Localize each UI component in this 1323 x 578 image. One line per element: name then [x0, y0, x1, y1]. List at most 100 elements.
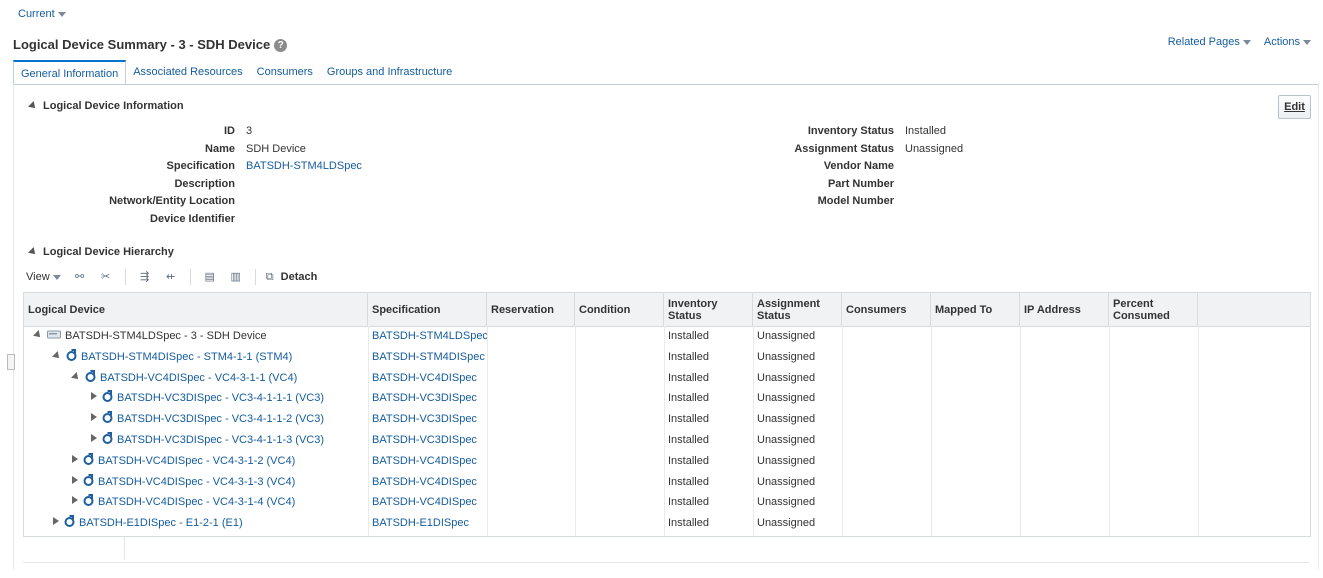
expand-icon[interactable]	[72, 475, 78, 484]
table-row[interactable]: BATSDH-VC3DISpec - VC3-4-1-1-2 (VC3) BATS…	[24, 409, 1198, 430]
assign-icon[interactable]: ⇶	[137, 270, 153, 284]
specification-link[interactable]: BATSDH-VC3DISpec	[368, 409, 487, 430]
logical-device-name[interactable]: BATSDH-STM4DISpec - STM4-1-1 (STM4)	[81, 351, 292, 363]
inventory-status-cell: Installed	[668, 392, 709, 405]
logical-device-name[interactable]: BATSDH-VC3DISpec - VC3-4-1-1-2 (VC3)	[117, 413, 324, 425]
view-menu[interactable]: View	[26, 271, 61, 283]
column-header[interactable]: Reservation	[487, 293, 575, 326]
expand-icon[interactable]	[91, 392, 97, 401]
column-header[interactable]: Logical Device	[24, 293, 368, 326]
section-header-logical-device-information[interactable]: Logical Device Information	[28, 100, 184, 112]
logical-device-name[interactable]: BATSDH-VC4DISpec - VC4-3-1-2 (VC4)	[98, 455, 295, 467]
column-divider	[1020, 326, 1021, 536]
inventory-status-cell: Installed	[668, 496, 709, 509]
column-header[interactable]: IP Address	[1020, 293, 1109, 326]
logical-device-name[interactable]: BATSDH-VC3DISpec - VC3-4-1-1-3 (VC3)	[117, 434, 324, 446]
splitter-handle[interactable]	[7, 354, 15, 370]
specification-link[interactable]: BATSDH-VC3DISpec	[368, 388, 487, 409]
field-label: Inventory Status	[807, 125, 894, 137]
table-row[interactable]: BATSDH-VC4DISpec - VC4-3-1-4 (VC4) BATSDH…	[24, 492, 1198, 513]
logical-device-name[interactable]: BATSDH-VC4DISpec - VC4-3-1-3 (VC4)	[98, 476, 295, 488]
column-divider	[368, 326, 369, 536]
field-value[interactable]: BATSDH-STM4LDSpec	[246, 160, 362, 172]
collapse-icon[interactable]	[33, 330, 43, 340]
section-title-text: Logical Device Information	[43, 100, 184, 112]
help-icon[interactable]: ?	[274, 39, 288, 52]
table-row[interactable]: BATSDH-STM4LDSpec - 3 - SDH Device BATSDH…	[24, 326, 1198, 347]
column-header[interactable]: Percent Consumed	[1109, 293, 1198, 326]
tab-groups-and-infrastructure[interactable]: Groups and Infrastructure	[320, 60, 459, 84]
specification-link[interactable]: BATSDH-E1DISpec	[368, 513, 487, 534]
edit-label: Edit	[1284, 101, 1305, 113]
specification-link[interactable]: BATSDH-STM4DISpec	[368, 347, 487, 368]
specification-link[interactable]: BATSDH-STM4LDSpec	[368, 326, 487, 347]
table-row[interactable]: BATSDH-VC4DISpec - VC4-3-1-3 (VC4) BATSDH…	[24, 472, 1198, 493]
add-device-icon[interactable]: ▤	[202, 270, 218, 284]
specification-link[interactable]: BATSDH-VC4DISpec	[368, 451, 487, 472]
detach-button[interactable]: ⧉ Detach	[262, 270, 318, 284]
edit-button[interactable]: Edit	[1278, 95, 1311, 119]
expand-icon[interactable]	[72, 454, 78, 463]
expand-icon[interactable]	[72, 496, 78, 505]
logical-device-cell: BATSDH-VC3DISpec - VC3-4-1-1-3 (VC3)	[24, 430, 368, 451]
chevron-down-icon	[57, 11, 66, 17]
disclosure-open-icon	[28, 101, 38, 111]
tab-consumers[interactable]: Consumers	[250, 60, 320, 84]
specification-link[interactable]: BATSDH-VC4DISpec	[368, 492, 487, 513]
field-label: Name	[205, 142, 235, 155]
column-divider	[575, 326, 576, 536]
expand-icon[interactable]	[91, 413, 97, 422]
table-row[interactable]: BATSDH-VC4DISpec - VC4-3-1-1 (VC4) BATSDH…	[24, 368, 1198, 389]
logical-device-cell: BATSDH-E1DISpec - E1-2-1 (E1)	[24, 513, 368, 534]
section-header-logical-device-hierarchy[interactable]: Logical Device Hierarchy	[28, 246, 174, 258]
logical-device-name: BATSDH-STM4LDSpec - 3 - SDH Device	[65, 330, 267, 342]
specification-link[interactable]: BATSDH-VC3DISpec	[368, 430, 487, 451]
field-label: Device Identifier	[150, 213, 235, 225]
column-header[interactable]: Consumers	[842, 293, 931, 326]
table-row[interactable]: BATSDH-VC3DISpec - VC3-4-1-1-1 (VC3) BATS…	[24, 388, 1198, 409]
column-header[interactable]: Condition	[575, 293, 664, 326]
hierarchy-toolbar: View ⚯ ✂ ⇶ ⇷ ▤ ▥ ⧉ Detach	[26, 268, 317, 286]
column-header[interactable]: Mapped To	[931, 293, 1020, 326]
logical-device-cell: BATSDH-VC3DISpec - VC3-4-1-1-1 (VC3)	[24, 388, 368, 409]
current-menu[interactable]: Current	[18, 8, 66, 20]
specification-link[interactable]: BATSDH-VC4DISpec	[368, 368, 487, 389]
table-row[interactable]: BATSDH-STM4DISpec - STM4-1-1 (STM4) BATSD…	[24, 347, 1198, 368]
unassign-icon[interactable]: ⇷	[163, 270, 179, 284]
tab-associated-resources[interactable]: Associated Resources	[126, 60, 249, 84]
related-pages-menu[interactable]: Related Pages	[1168, 36, 1251, 48]
interface-icon	[83, 493, 94, 507]
logical-device-cell: BATSDH-VC4DISpec - VC4-3-1-4 (VC4)	[24, 492, 368, 513]
remove-device-icon[interactable]: ▥	[228, 270, 244, 284]
field-value: 3	[246, 125, 253, 137]
logical-device-name[interactable]: BATSDH-VC4DISpec - VC4-3-1-4 (VC4)	[98, 496, 295, 508]
column-header[interactable]: Specification	[368, 293, 487, 326]
logical-device-name[interactable]: BATSDH-VC3DISpec - VC3-4-1-1-1 (VC3)	[117, 392, 324, 404]
specification-link[interactable]: BATSDH-VC4DISpec	[368, 472, 487, 493]
table-row[interactable]: BATSDH-VC3DISpec - VC3-4-1-1-3 (VC3) BATS…	[24, 430, 1198, 451]
logical-device-name[interactable]: BATSDH-VC4DISpec - VC4-3-1-1 (VC4)	[100, 372, 297, 384]
assignment-status-cell: Unassigned	[757, 371, 816, 384]
actions-menu[interactable]: Actions	[1264, 36, 1311, 48]
field-value: Installed	[905, 125, 946, 137]
inventory-status-cell: Installed	[668, 454, 709, 467]
field-label: Network/Entity Location	[109, 195, 235, 208]
chevron-down-icon	[52, 274, 61, 280]
logical-device-name[interactable]: BATSDH-E1DISpec - E1-2-1 (E1)	[79, 517, 243, 529]
inventory-status-cell: Installed	[668, 350, 709, 363]
collapse-icon[interactable]	[71, 371, 81, 382]
table-row[interactable]: BATSDH-E1DISpec - E1-2-1 (E1) BATSDH-E1DI…	[24, 513, 1198, 534]
table-row[interactable]: BATSDH-VC4DISpec - VC4-3-1-2 (VC4) BATSDH…	[24, 451, 1198, 472]
collapse-icon[interactable]	[52, 350, 62, 361]
tab-general-information[interactable]: General Information	[13, 60, 127, 85]
assignment-status-cell: Unassigned	[757, 496, 816, 509]
disassociate-icon[interactable]: ✂	[98, 270, 114, 284]
assignment-status-cell: Unassigned	[757, 413, 816, 426]
column-header[interactable]: Inventory Status	[664, 293, 753, 326]
associate-icon[interactable]: ⚯	[72, 270, 88, 284]
column-header[interactable]: Assignment Status	[753, 293, 842, 326]
field-value: Unassigned	[905, 142, 964, 155]
disclosure-open-icon	[28, 247, 38, 257]
expand-icon[interactable]	[91, 434, 97, 442]
expand-icon[interactable]	[53, 517, 59, 526]
